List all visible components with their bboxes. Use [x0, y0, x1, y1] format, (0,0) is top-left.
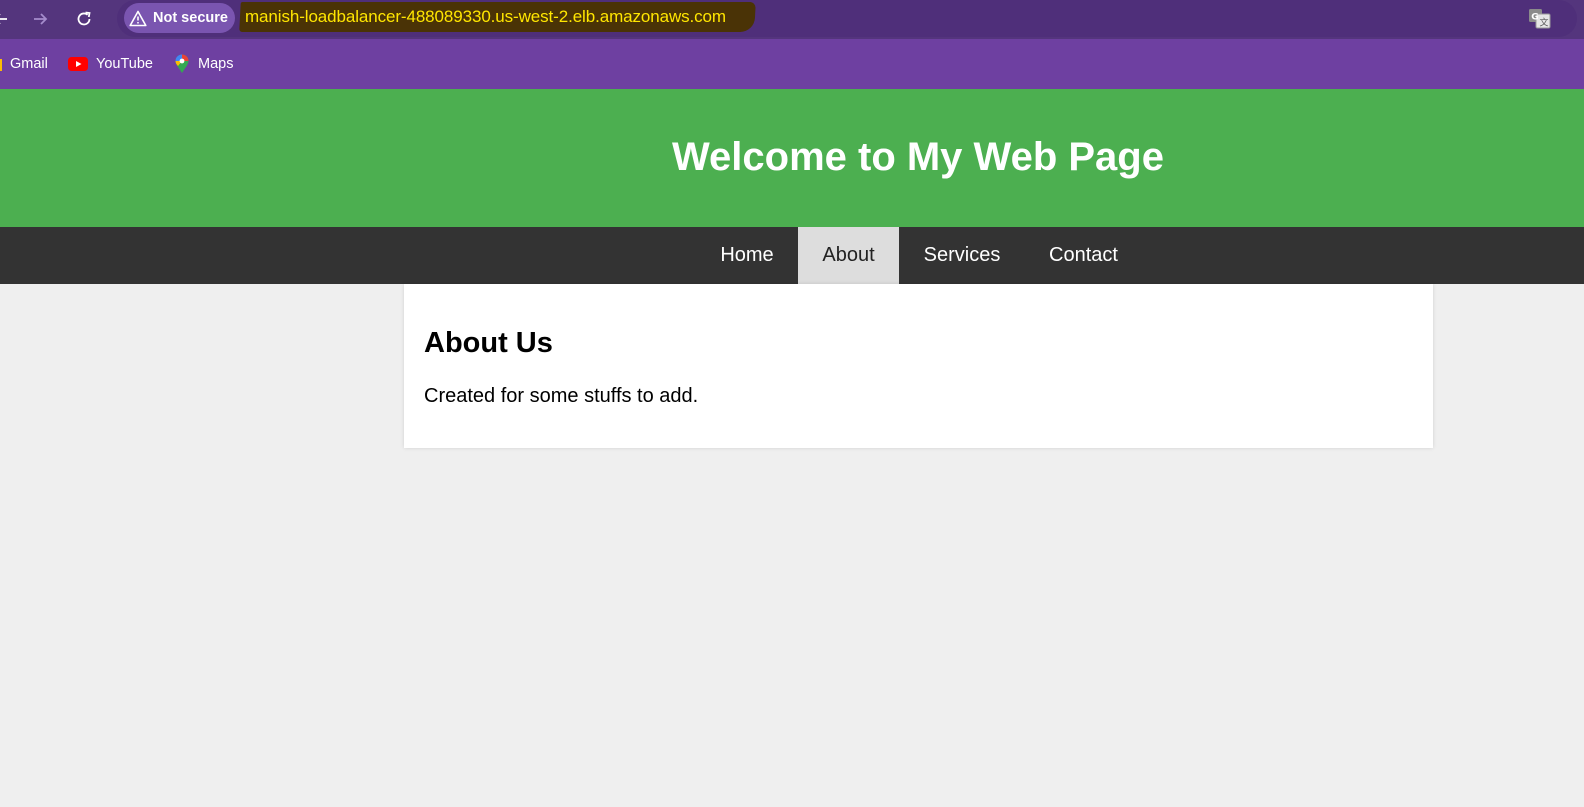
security-label: Not secure [153, 10, 228, 26]
maps-icon [175, 54, 189, 73]
bookmarks-bar: Gmail YouTube Maps [0, 39, 1584, 89]
url-text[interactable]: manish-loadbalancer-488089330.us-west-2.… [245, 7, 726, 27]
nav-services-link[interactable]: Services [899, 227, 1025, 284]
nav-about-link[interactable]: About [798, 227, 899, 284]
warning-icon [129, 10, 147, 26]
section-body: Created for some stuffs to add. [424, 385, 699, 407]
bookmark-label: YouTube [96, 56, 153, 72]
main-nav: Home About Services Contact [0, 227, 1584, 284]
nav-home-link[interactable]: Home [696, 227, 798, 284]
bookmark-label: Gmail [10, 56, 48, 72]
bookmark-gmail[interactable]: Gmail [0, 52, 48, 76]
forward-button[interactable] [25, 4, 55, 34]
about-section: About Us Created for some stuffs to add. [404, 284, 1433, 448]
bookmark-label: Maps [198, 56, 234, 72]
back-arrow-icon [0, 14, 7, 24]
translate-icon: G 文 [1529, 9, 1551, 29]
translate-button[interactable]: G 文 [1527, 6, 1552, 31]
page-title: Welcome to My Web Page [672, 135, 1164, 179]
section-heading: About Us [424, 327, 553, 359]
svg-text:文: 文 [1540, 17, 1549, 29]
browser-toolbar: Not secure manish-loadbalancer-488089330… [0, 0, 1584, 39]
back-button[interactable] [0, 4, 16, 34]
bookmark-maps[interactable]: Maps [174, 52, 233, 76]
svg-text:G: G [1531, 13, 1538, 23]
youtube-icon [68, 57, 88, 71]
forward-arrow-icon [34, 13, 48, 25]
reload-icon [77, 11, 91, 26]
site-info-chip[interactable]: Not secure [124, 3, 235, 33]
reload-button[interactable] [69, 4, 99, 34]
site-header: Welcome to My Web Page [0, 89, 1584, 227]
bookmark-youtube[interactable]: YouTube [68, 52, 153, 76]
gmail-icon [0, 59, 2, 71]
nav-contact-link[interactable]: Contact [1025, 227, 1142, 284]
